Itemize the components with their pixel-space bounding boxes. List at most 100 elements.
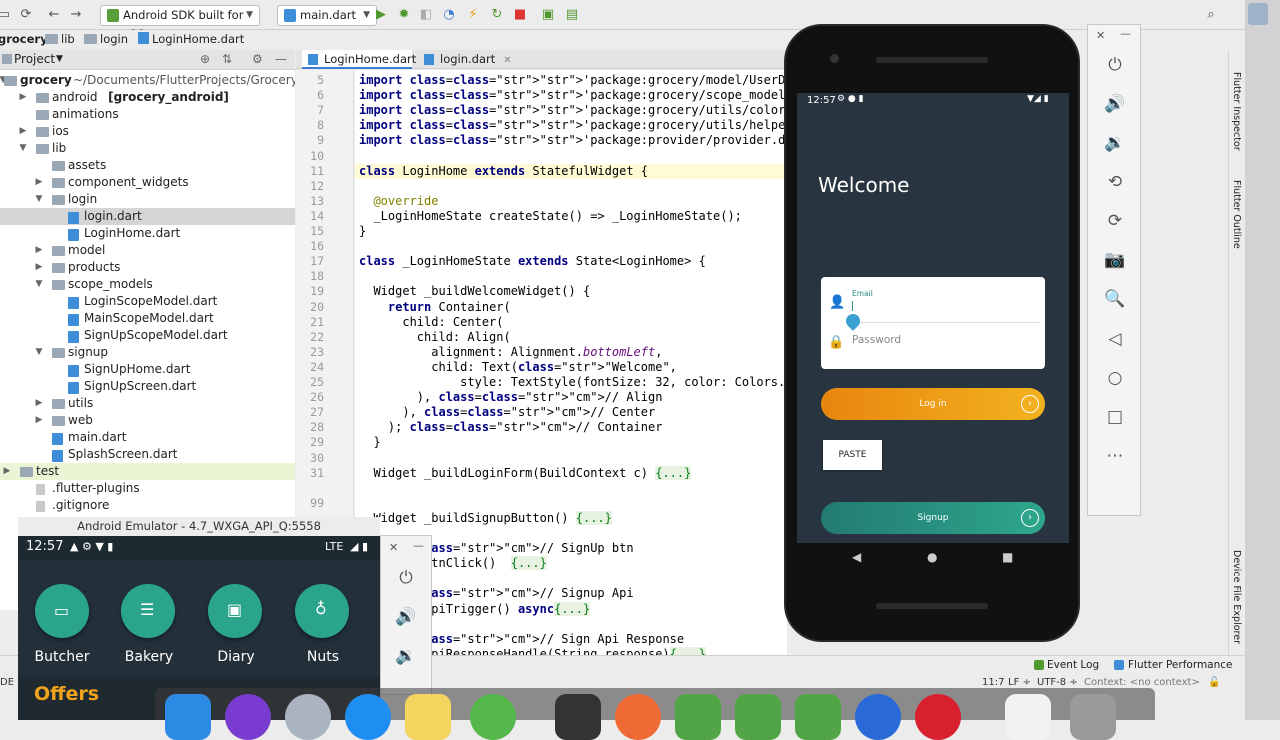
gear-icon[interactable]: ⚙ [252,50,263,69]
tree-item[interactable]: ▶ test [0,463,295,480]
minimize-icon[interactable]: — [1120,27,1131,40]
safari-icon[interactable] [345,694,391,740]
tree-item[interactable]: ▼ scope_models [0,276,295,293]
hot-restart-icon[interactable]: ↻ [489,7,505,23]
android-studio-icon[interactable] [470,694,516,740]
hot-reload-icon[interactable]: ⚡ [465,7,481,23]
siri-icon[interactable] [225,694,271,740]
bakery-app-icon[interactable]: ☰ [121,584,175,638]
search-icon[interactable]: ⌕ [1203,7,1219,23]
tree-item[interactable]: main.dart [0,429,295,446]
cursor-handle[interactable] [843,311,863,331]
locate-icon[interactable]: ⊕ [200,50,210,69]
chevron-down-icon[interactable]: ▼ [34,344,44,361]
collapse-all-icon[interactable]: ⇅ [222,50,232,69]
email-field[interactable] [843,299,1040,331]
sublime-icon[interactable] [555,694,601,740]
chevron-down-icon[interactable]: ▼ [34,276,44,293]
volume-down-icon[interactable]: 🔉 [394,644,418,668]
breadcrumb-project[interactable]: grocery [0,30,48,48]
tree-item[interactable]: LoginHome.dart [0,225,295,242]
tree-item[interactable]: ▼ lib [0,140,295,157]
chevron-right-icon[interactable]: ▶ [18,123,28,140]
close-icon[interactable]: ✕ [1096,29,1105,42]
more-icon[interactable]: ⋯ [1103,444,1127,468]
app-icon[interactable] [735,694,781,740]
back-icon[interactable]: ◀ [852,550,861,564]
device-selector-combo[interactable]: Android SDK built for x86 ▼ [100,5,260,41]
breadcrumb-lib[interactable]: lib [45,30,75,48]
tree-item[interactable]: animations [0,106,295,123]
tab-loginhome-dart[interactable]: LoginHome.dart✕ [302,50,433,69]
power-icon[interactable]: ⏻ [394,566,418,590]
tree-root[interactable]: ▼ grocery ~/Documents/FlutterProjects/Gr… [0,72,295,89]
zoom-icon[interactable]: 🔍 [1103,287,1127,311]
tab-login-dart[interactable]: login.dart ✕ [418,50,512,69]
notes-icon[interactable] [405,694,451,740]
tree-item[interactable]: SignUpHome.dart [0,361,295,378]
sdk-manager-icon[interactable]: ▣ [540,7,556,23]
tree-item[interactable]: ▶ model [0,242,295,259]
chevron-right-icon[interactable]: ▶ [34,259,44,276]
screenshot-icon[interactable]: 📷 [1103,248,1127,272]
tree-item[interactable]: ▶ android [grocery_android] [0,89,295,106]
tree-item[interactable]: ▶ web [0,412,295,429]
lock-icon[interactable]: 🔓 [1208,675,1220,691]
flutter-inspector-tab[interactable]: Flutter Inspector [1231,72,1242,151]
tree-item[interactable]: ▼ signup [0,344,295,361]
tree-item[interactable]: LoginScopeModel.dart [0,293,295,310]
debug-icon[interactable]: ✹ [396,7,412,23]
launchpad-icon[interactable] [285,694,331,740]
tree-item[interactable]: login.dart [0,208,295,225]
flutter-outline-tab[interactable]: Flutter Outline [1231,180,1242,249]
back-icon[interactable]: ◁ [1103,327,1127,351]
minimize-icon[interactable]: — [413,539,424,552]
tree-item[interactable]: SplashScreen.dart [0,446,295,463]
app-icon[interactable] [915,694,961,740]
trash-icon[interactable] [1070,694,1116,740]
flutter-performance-button[interactable]: Flutter Performance [1128,656,1233,674]
rotate-right-icon[interactable]: ⟳ [1103,209,1127,233]
diary-app-icon[interactable]: ▣ [208,584,262,638]
chevron-right-icon[interactable]: ▶ [34,412,44,429]
paste-popup[interactable]: PASTE [823,440,882,470]
tree-item[interactable]: assets [0,157,295,174]
home-icon[interactable]: ○ [1103,366,1127,390]
chevron-right-icon[interactable]: ▶ [34,174,44,191]
close-icon[interactable]: ✕ [503,55,511,66]
volume-down-icon[interactable]: 🔉 [1103,131,1127,155]
app-icon[interactable] [675,694,721,740]
stop-icon[interactable]: ■ [512,7,528,23]
tree-item[interactable]: SignUpScopeModel.dart [0,327,295,344]
overview-icon[interactable]: □ [1103,405,1127,429]
app-icon[interactable] [795,694,841,740]
chevron-down-icon[interactable]: ▼ [18,140,28,157]
breadcrumb-file[interactable]: LoginHome.dart [138,30,244,48]
password-field[interactable]: Password [852,334,1040,352]
project-panel-title[interactable]: Project [14,50,55,69]
butcher-app-icon[interactable]: ▭ [35,584,89,638]
tree-item[interactable]: MainScopeModel.dart [0,310,295,327]
app-icon[interactable] [855,694,901,740]
tree-item[interactable]: ▶ utils [0,395,295,412]
app-icon[interactable] [615,694,661,740]
forward-arrow-icon[interactable]: → [68,7,84,23]
chevron-right-icon[interactable]: ▶ [2,463,12,480]
tree-item[interactable]: ▶ ios [0,123,295,140]
power-icon[interactable]: ⏻ [1103,53,1127,77]
tree-item[interactable]: .gitignore [0,497,295,514]
close-icon[interactable]: ✕ [389,541,398,554]
finder-icon[interactable] [165,694,211,740]
back-arrow-icon[interactable]: ← [46,7,62,23]
tree-item[interactable]: ▼ login [0,191,295,208]
sync-icon[interactable]: ⟳ [18,7,34,23]
chevron-down-icon[interactable]: ▼ [34,191,44,208]
run-icon[interactable]: ▶ [373,7,389,23]
minimize-icon[interactable]: — [275,50,287,69]
chevron-right-icon[interactable]: ▶ [34,395,44,412]
tree-item[interactable]: ▶ products [0,259,295,276]
chevron-right-icon[interactable]: ▶ [18,89,28,106]
tree-item[interactable]: SignUpScreen.dart [0,378,295,395]
device-file-explorer-tab[interactable]: Device File Explorer [1231,550,1242,644]
volume-up-icon[interactable]: 🔊 [394,605,418,629]
